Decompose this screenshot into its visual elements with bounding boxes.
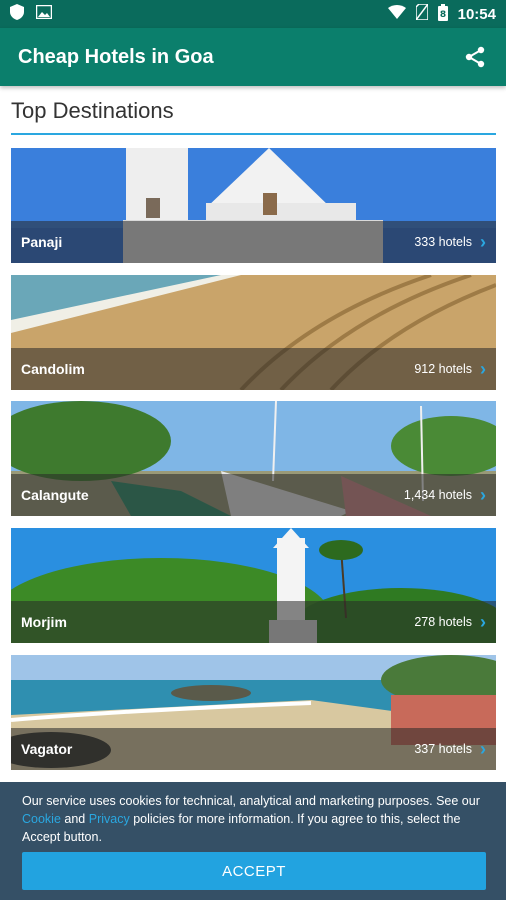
cookie-banner: Our service uses cookies for technical, … (0, 782, 506, 900)
hotel-count: 337 hotels (414, 742, 472, 756)
destination-card-candolim[interactable]: Candolim 912 hotels › (11, 275, 496, 390)
hotel-count: 278 hotels (414, 615, 472, 629)
battery-icon: 8 (437, 3, 448, 25)
chevron-right-icon: › (480, 232, 486, 252)
hotel-count: 1,434 hotels (403, 488, 472, 502)
status-time: 10:54 (457, 5, 496, 23)
share-icon[interactable] (462, 44, 488, 70)
destination-card-calangute[interactable]: Calangute 1,434 hotels › (11, 401, 496, 516)
no-sim-icon (414, 3, 429, 24)
section-divider (11, 133, 496, 135)
privacy-policy-link[interactable]: Privacy (89, 812, 130, 826)
destination-name: Panaji (21, 234, 63, 250)
status-bar: 8 10:54 (0, 0, 506, 28)
cookie-policy-link[interactable]: Cookie (22, 812, 61, 826)
cookie-text: and (64, 812, 86, 826)
destination-card-panaji[interactable]: Panaji 333 hotels › (11, 148, 496, 263)
card-overlay: Calangute 1,434 hotels › (11, 474, 496, 516)
cookie-text: Our service uses cookies for technical, … (22, 794, 480, 808)
shield-icon (10, 3, 24, 25)
chevron-right-icon: › (480, 359, 486, 379)
card-overlay: Panaji 333 hotels › (11, 221, 496, 263)
hotel-count: 333 hotels (414, 235, 472, 249)
accept-button[interactable]: ACCEPT (22, 852, 486, 890)
image-icon (35, 4, 53, 24)
destination-name: Calangute (21, 487, 89, 503)
app-bar: Cheap Hotels in Goa (0, 28, 506, 86)
chevron-right-icon: › (480, 612, 486, 632)
destination-card-morjim[interactable]: Morjim 278 hotels › (11, 528, 496, 643)
wifi-icon (387, 5, 406, 23)
app-title: Cheap Hotels in Goa (18, 45, 214, 68)
destination-name: Candolim (21, 361, 85, 377)
card-overlay: Vagator 337 hotels › (11, 728, 496, 770)
section-title: Top Destinations (11, 98, 174, 123)
card-overlay: Morjim 278 hotels › (11, 601, 496, 643)
destination-card-vagator[interactable]: Vagator 337 hotels › (11, 655, 496, 770)
hotel-count: 912 hotels (414, 362, 472, 376)
chevron-right-icon: › (480, 485, 486, 505)
destination-name: Vagator (21, 741, 73, 757)
svg-text:8: 8 (439, 10, 445, 20)
destination-name: Morjim (21, 614, 67, 630)
card-overlay: Candolim 912 hotels › (11, 348, 496, 390)
cookie-message: Our service uses cookies for technical, … (22, 792, 486, 846)
chevron-right-icon: › (480, 739, 486, 759)
